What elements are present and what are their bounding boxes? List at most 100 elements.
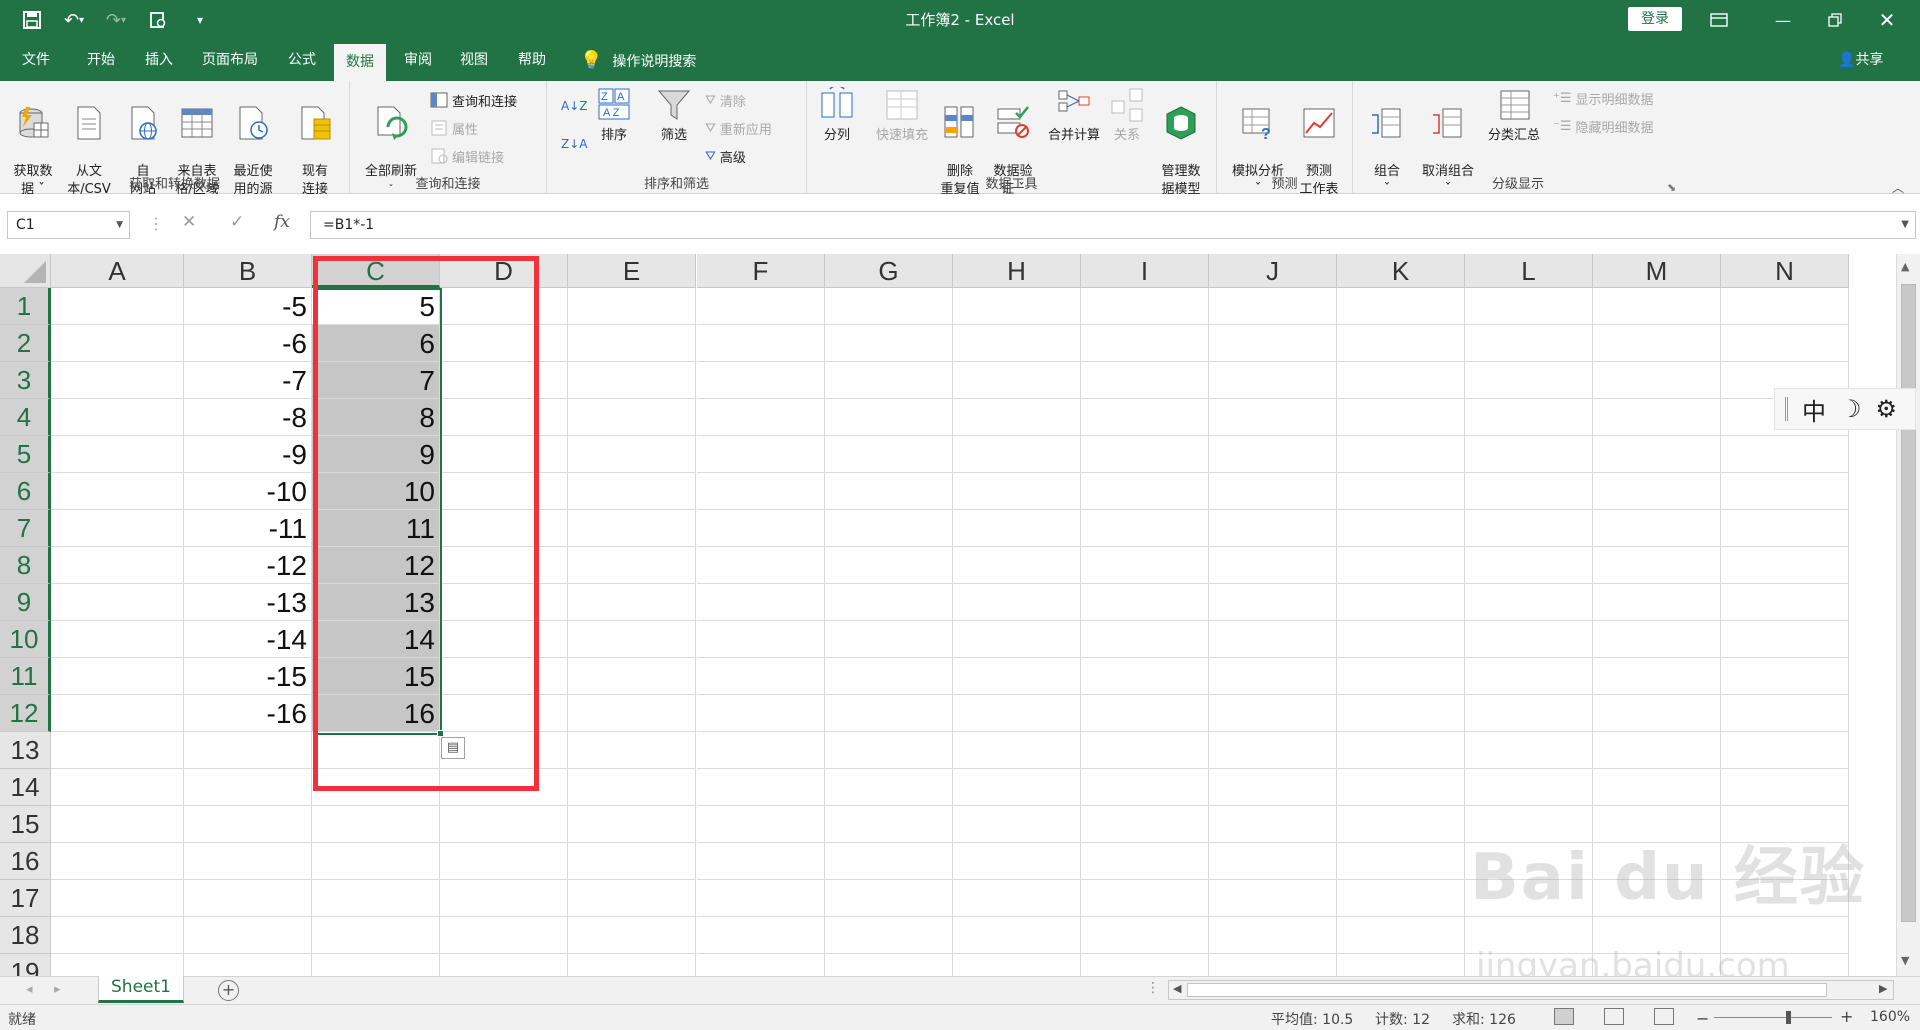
column-header-l[interactable]: L: [1465, 254, 1593, 288]
fill-handle[interactable]: [437, 730, 444, 737]
cell-g6[interactable]: [825, 473, 953, 510]
row-header-13[interactable]: 13: [0, 732, 51, 769]
confirm-entry-icon[interactable]: ✓: [230, 212, 244, 232]
cell-l4[interactable]: [1465, 399, 1593, 436]
cell-e3[interactable]: [568, 362, 696, 399]
tell-me-search[interactable]: 💡 操作说明搜索: [580, 40, 696, 81]
cell-l9[interactable]: [1465, 584, 1593, 621]
cell-m11[interactable]: [1593, 658, 1721, 695]
cell-h13[interactable]: [953, 732, 1081, 769]
cell-a15[interactable]: [51, 806, 184, 843]
cell-m2[interactable]: [1593, 325, 1721, 362]
cell-d4[interactable]: [440, 399, 568, 436]
cell-b7[interactable]: -11: [184, 510, 312, 547]
horizontal-scroll-thumb[interactable]: [1187, 983, 1827, 997]
cell-m5[interactable]: [1593, 436, 1721, 473]
row-header-16[interactable]: 16: [0, 843, 51, 880]
cell-d2[interactable]: [440, 325, 568, 362]
cell-a2[interactable]: [51, 325, 184, 362]
cell-n8[interactable]: [1721, 547, 1849, 584]
cell-m10[interactable]: [1593, 621, 1721, 658]
cell-d16[interactable]: [440, 843, 568, 880]
cell-k7[interactable]: [1337, 510, 1465, 547]
cell-g7[interactable]: [825, 510, 953, 547]
tab-data[interactable]: 数据: [334, 44, 386, 81]
cell-h11[interactable]: [953, 658, 1081, 695]
column-header-e[interactable]: E: [568, 254, 696, 288]
status-sum[interactable]: 求和: 126: [1452, 1009, 1516, 1029]
cell-g16[interactable]: [825, 843, 953, 880]
cell-l5[interactable]: [1465, 436, 1593, 473]
cell-a16[interactable]: [51, 843, 184, 880]
cell-k16[interactable]: [1337, 843, 1465, 880]
cell-j18[interactable]: [1209, 917, 1337, 954]
cell-h9[interactable]: [953, 584, 1081, 621]
cell-e8[interactable]: [568, 547, 696, 584]
show-detail-button[interactable]: ⁺☰ 显示明细数据: [1553, 87, 1654, 109]
cell-g11[interactable]: [825, 658, 953, 695]
cell-f5[interactable]: [697, 436, 825, 473]
cell-k4[interactable]: [1337, 399, 1465, 436]
cell-b8[interactable]: -12: [184, 547, 312, 584]
cell-c18[interactable]: [312, 917, 440, 954]
cell-a14[interactable]: [51, 769, 184, 806]
undo-icon[interactable]: ↶ ▾: [60, 6, 88, 34]
row-header-9[interactable]: 9: [0, 584, 51, 621]
column-header-h[interactable]: H: [953, 254, 1081, 288]
cell-d6[interactable]: [440, 473, 568, 510]
scroll-up-icon[interactable]: ▲: [1901, 260, 1909, 273]
cell-a10[interactable]: [51, 621, 184, 658]
cell-i9[interactable]: [1081, 584, 1209, 621]
row-header-7[interactable]: 7: [0, 510, 51, 547]
cell-j6[interactable]: [1209, 473, 1337, 510]
row-header-10[interactable]: 10: [0, 621, 51, 658]
cell-c15[interactable]: [312, 806, 440, 843]
cell-g14[interactable]: [825, 769, 953, 806]
cell-m12[interactable]: [1593, 695, 1721, 732]
row-header-18[interactable]: 18: [0, 917, 51, 954]
row-header-14[interactable]: 14: [0, 769, 51, 806]
cell-a11[interactable]: [51, 658, 184, 695]
cell-i14[interactable]: [1081, 769, 1209, 806]
cell-a17[interactable]: [51, 880, 184, 917]
row-header-2[interactable]: 2: [0, 325, 51, 362]
cell-l8[interactable]: [1465, 547, 1593, 584]
cell-j17[interactable]: [1209, 880, 1337, 917]
prev-sheet-icon[interactable]: ◂: [26, 982, 33, 997]
cell-k8[interactable]: [1337, 547, 1465, 584]
cell-e10[interactable]: [568, 621, 696, 658]
cell-h7[interactable]: [953, 510, 1081, 547]
cell-a8[interactable]: [51, 547, 184, 584]
cell-c19[interactable]: [312, 954, 440, 976]
cell-a6[interactable]: [51, 473, 184, 510]
cell-a1[interactable]: [51, 288, 184, 325]
cell-b6[interactable]: -10: [184, 473, 312, 510]
cell-c3[interactable]: 7: [312, 362, 440, 399]
cell-g3[interactable]: [825, 362, 953, 399]
consolidate-button[interactable]: 合并计算: [1041, 87, 1107, 145]
edit-links-button[interactable]: 编辑链接: [430, 145, 504, 167]
cell-b10[interactable]: -14: [184, 621, 312, 658]
cell-i13[interactable]: [1081, 732, 1209, 769]
cell-a12[interactable]: [51, 695, 184, 732]
moon-icon[interactable]: ☽: [1840, 395, 1862, 423]
cell-g5[interactable]: [825, 436, 953, 473]
cell-e13[interactable]: [568, 732, 696, 769]
cell-f3[interactable]: [697, 362, 825, 399]
cell-c6[interactable]: 10: [312, 473, 440, 510]
tab-file[interactable]: 文件: [10, 40, 62, 81]
cell-j8[interactable]: [1209, 547, 1337, 584]
cell-k15[interactable]: [1337, 806, 1465, 843]
login-button[interactable]: 登录: [1628, 7, 1682, 31]
cell-g12[interactable]: [825, 695, 953, 732]
tab-home[interactable]: 开始: [75, 40, 127, 81]
cell-f13[interactable]: [697, 732, 825, 769]
add-sheet-button[interactable]: +: [218, 980, 239, 1001]
cell-b4[interactable]: -8: [184, 399, 312, 436]
cell-b9[interactable]: -13: [184, 584, 312, 621]
cell-n2[interactable]: [1721, 325, 1849, 362]
cell-c13[interactable]: [312, 732, 440, 769]
scroll-right-icon[interactable]: ▶: [1879, 982, 1887, 995]
cell-e11[interactable]: [568, 658, 696, 695]
zoom-slider-track[interactable]: [1714, 1017, 1832, 1018]
